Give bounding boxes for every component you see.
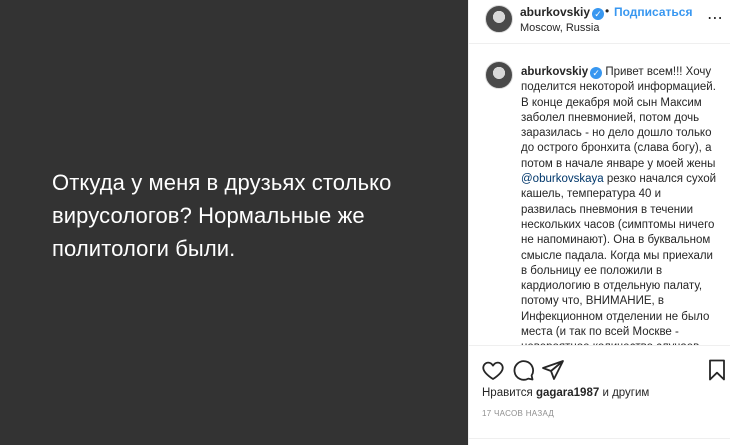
- likes-prefix: Нравится: [482, 387, 533, 399]
- follow-button[interactable]: Подписаться: [614, 5, 692, 19]
- post-location[interactable]: Moscow, Russia: [520, 22, 599, 34]
- more-options-icon[interactable]: ⋯: [707, 8, 724, 28]
- bookmark-icon[interactable]: [705, 358, 729, 382]
- author-username-text[interactable]: aburkovskiy: [520, 5, 590, 19]
- likes-user-link[interactable]: gagara1987: [536, 387, 599, 399]
- author-avatar[interactable]: [485, 5, 513, 33]
- comment-input-strip[interactable]: [469, 438, 730, 445]
- caption-area[interactable]: aburkovskiy ✓ Привет всем!!! Хочу поделит…: [469, 45, 730, 345]
- caption-mention-link[interactable]: @oburkovskaya: [521, 173, 604, 185]
- caption-text: резко начался сухой кашель, температура …: [521, 173, 717, 345]
- verified-badge-icon: ✓: [590, 67, 603, 79]
- heart-icon[interactable]: [481, 358, 505, 382]
- header-separator: •: [605, 4, 610, 18]
- author-username[interactable]: aburkovskiy ✓: [520, 5, 605, 20]
- caption-author-avatar[interactable]: [485, 61, 513, 89]
- post-actions: Нравится gagara1987 и другим 17 часов на…: [469, 345, 730, 445]
- media-text-line: Откуда у меня в друзьях столько: [52, 170, 392, 195]
- media-text: Откуда у меня в друзьях столько вирусоло…: [52, 166, 452, 265]
- verified-badge-icon: ✓: [592, 8, 605, 20]
- post-timestamp[interactable]: 17 часов назад: [482, 409, 554, 418]
- caption-username[interactable]: aburkovskiy: [521, 66, 588, 78]
- share-icon[interactable]: [541, 358, 565, 382]
- post-header: aburkovskiy ✓ • Подписаться Moscow, Russi…: [469, 0, 730, 44]
- media-text-line: политологи были.: [52, 236, 236, 261]
- post-side-panel: aburkovskiy ✓ • Подписаться Moscow, Russi…: [468, 0, 730, 445]
- likes-suffix[interactable]: и другим: [602, 387, 649, 399]
- post-media[interactable]: Откуда у меня в друзьях столько вирусоло…: [0, 0, 468, 445]
- media-text-line: вирусологов? Нормальные же: [52, 203, 365, 228]
- comment-icon[interactable]: [511, 358, 535, 382]
- likes-summary: Нравится gagara1987 и другим: [482, 387, 649, 399]
- post-caption: aburkovskiy ✓ Привет всем!!! Хочу поделит…: [521, 65, 719, 345]
- caption-text: Привет всем!!! Хочу поделится некоторой …: [521, 66, 716, 170]
